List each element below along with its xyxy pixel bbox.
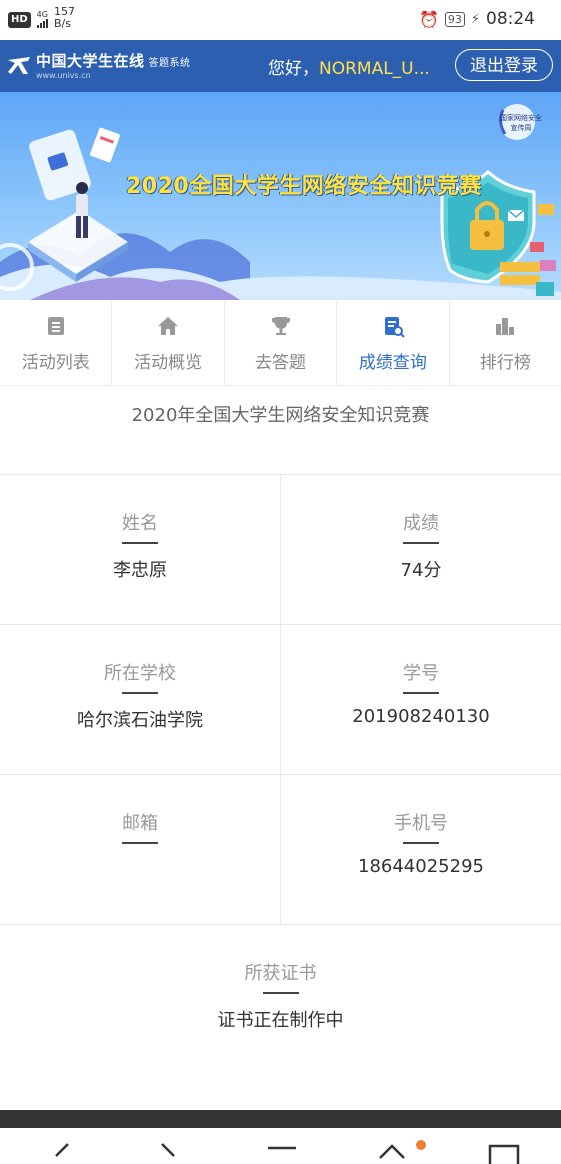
result-row: 邮箱 手机号 18644025295 [0, 774, 561, 924]
forward-arrow-icon[interactable] [148, 1138, 188, 1164]
phone-label: 手机号 [394, 813, 448, 834]
divider [403, 692, 439, 694]
student-id-cell: 学号 201908240130 [280, 625, 561, 774]
email-cell: 邮箱 [0, 775, 280, 924]
email-label: 邮箱 [122, 813, 158, 834]
logo-url: www.univs.cn [36, 71, 91, 80]
network-speed: 157 B/s [53, 5, 75, 30]
svg-text:宣传周: 宣传周 [511, 123, 532, 132]
recent-apps-icon[interactable] [484, 1138, 524, 1164]
tab-leaderboard[interactable]: 排行榜 [450, 300, 561, 385]
score-cell: 成绩 74分 [280, 475, 561, 624]
list-icon [47, 317, 64, 335]
system-nav-bar [0, 1128, 561, 1164]
logout-button[interactable]: 退出登录 [455, 49, 553, 81]
username: NORMAL_U... [319, 59, 430, 79]
main-tab-bar: 活动列表 活动概览 去答题 成绩查询 排行榜 [0, 300, 561, 386]
student-id-value: 201908240130 [352, 706, 490, 727]
divider [262, 992, 299, 994]
student-id-label: 学号 [403, 663, 439, 684]
back-arrow-icon[interactable] [44, 1138, 84, 1164]
page-footer [0, 1110, 561, 1128]
phone-value: 18644025295 [358, 856, 484, 877]
certificate-label: 所获证书 [244, 963, 317, 984]
hd-indicator: HD [8, 12, 31, 28]
app-header: 中国大学生在线 答题系统 www.univs.cn 您好，NORMAL_U... … [0, 40, 561, 92]
divider [403, 842, 439, 844]
result-row: 所在学校 哈尔滨石油学院 学号 201908240130 [0, 624, 561, 774]
site-logo[interactable]: 中国大学生在线 答题系统 www.univs.cn [6, 50, 191, 80]
score-label: 成绩 [403, 513, 439, 534]
trophy-icon [271, 317, 290, 335]
name-cell: 姓名 李忠原 [0, 475, 280, 624]
home-button-icon[interactable] [372, 1138, 412, 1164]
charging-icon: ⚡ [470, 11, 480, 27]
status-bar: HD 4G 157 B/s ⏰ 93 ⚡ 08:24 [0, 0, 561, 40]
svg-text:国家网络安全: 国家网络安全 [500, 113, 542, 122]
tab-label: 去答题 [255, 353, 307, 373]
tab-score-query[interactable]: 成绩查询 [337, 300, 450, 385]
tab-label: 排行榜 [479, 353, 531, 373]
certificate-section: 所获证书 证书正在制作中 [0, 924, 561, 1074]
signal-icon: 4G [36, 10, 48, 28]
result-row: 姓名 李忠原 成绩 74分 [0, 474, 561, 624]
tab-take-quiz[interactable]: 去答题 [225, 300, 338, 385]
name-label: 姓名 [122, 513, 158, 534]
home-icon [158, 317, 179, 335]
notification-dot [416, 1140, 426, 1150]
competition-banner: 2020全国大学生网络安全知识竞赛 国家网络安全 宣传周 [0, 92, 561, 300]
school-value: 哈尔滨石油学院 [77, 710, 203, 731]
tab-activity-list[interactable]: 活动列表 [0, 300, 113, 385]
user-greeting: 您好，NORMAL_U... [268, 59, 430, 79]
logo-mark-icon [8, 57, 30, 74]
school-cell: 所在学校 哈尔滨石油学院 [0, 625, 280, 774]
name-value: 李忠原 [113, 560, 167, 581]
score-value: 74分 [400, 560, 442, 581]
school-label: 所在学校 [104, 663, 176, 684]
divider [122, 692, 158, 694]
tab-label: 活动列表 [21, 353, 90, 373]
divider [122, 542, 158, 544]
certificate-value: 证书正在制作中 [217, 1010, 344, 1031]
divider [122, 842, 158, 844]
tab-activity-overview[interactable]: 活动概览 [112, 300, 225, 385]
result-grid: 姓名 李忠原 成绩 74分 所在学校 哈尔滨石油学院 学号 2019082401… [0, 474, 561, 924]
ranking-icon [496, 318, 515, 335]
battery-icon: 93 [444, 11, 465, 27]
network-type: 4G [36, 10, 48, 19]
menu-icon[interactable] [262, 1138, 302, 1164]
clock: 08:24 [486, 9, 535, 29]
logo-title: 中国大学生在线 [36, 52, 145, 70]
score-search-icon [384, 317, 405, 338]
banner-title: 2020全国大学生网络安全知识竞赛 [126, 174, 482, 199]
tab-label: 活动概览 [134, 353, 203, 373]
alarm-icon: ⏰ [418, 9, 439, 29]
phone-cell: 手机号 18644025295 [280, 775, 561, 924]
logo-subtitle: 答题系统 [148, 58, 191, 69]
competition-title: 2020年全国大学生网络安全知识竞赛 [131, 405, 430, 426]
divider [403, 542, 439, 544]
cyber-week-seal-icon: 国家网络安全 宣传周 [498, 104, 542, 140]
tab-label: 成绩查询 [358, 353, 427, 373]
